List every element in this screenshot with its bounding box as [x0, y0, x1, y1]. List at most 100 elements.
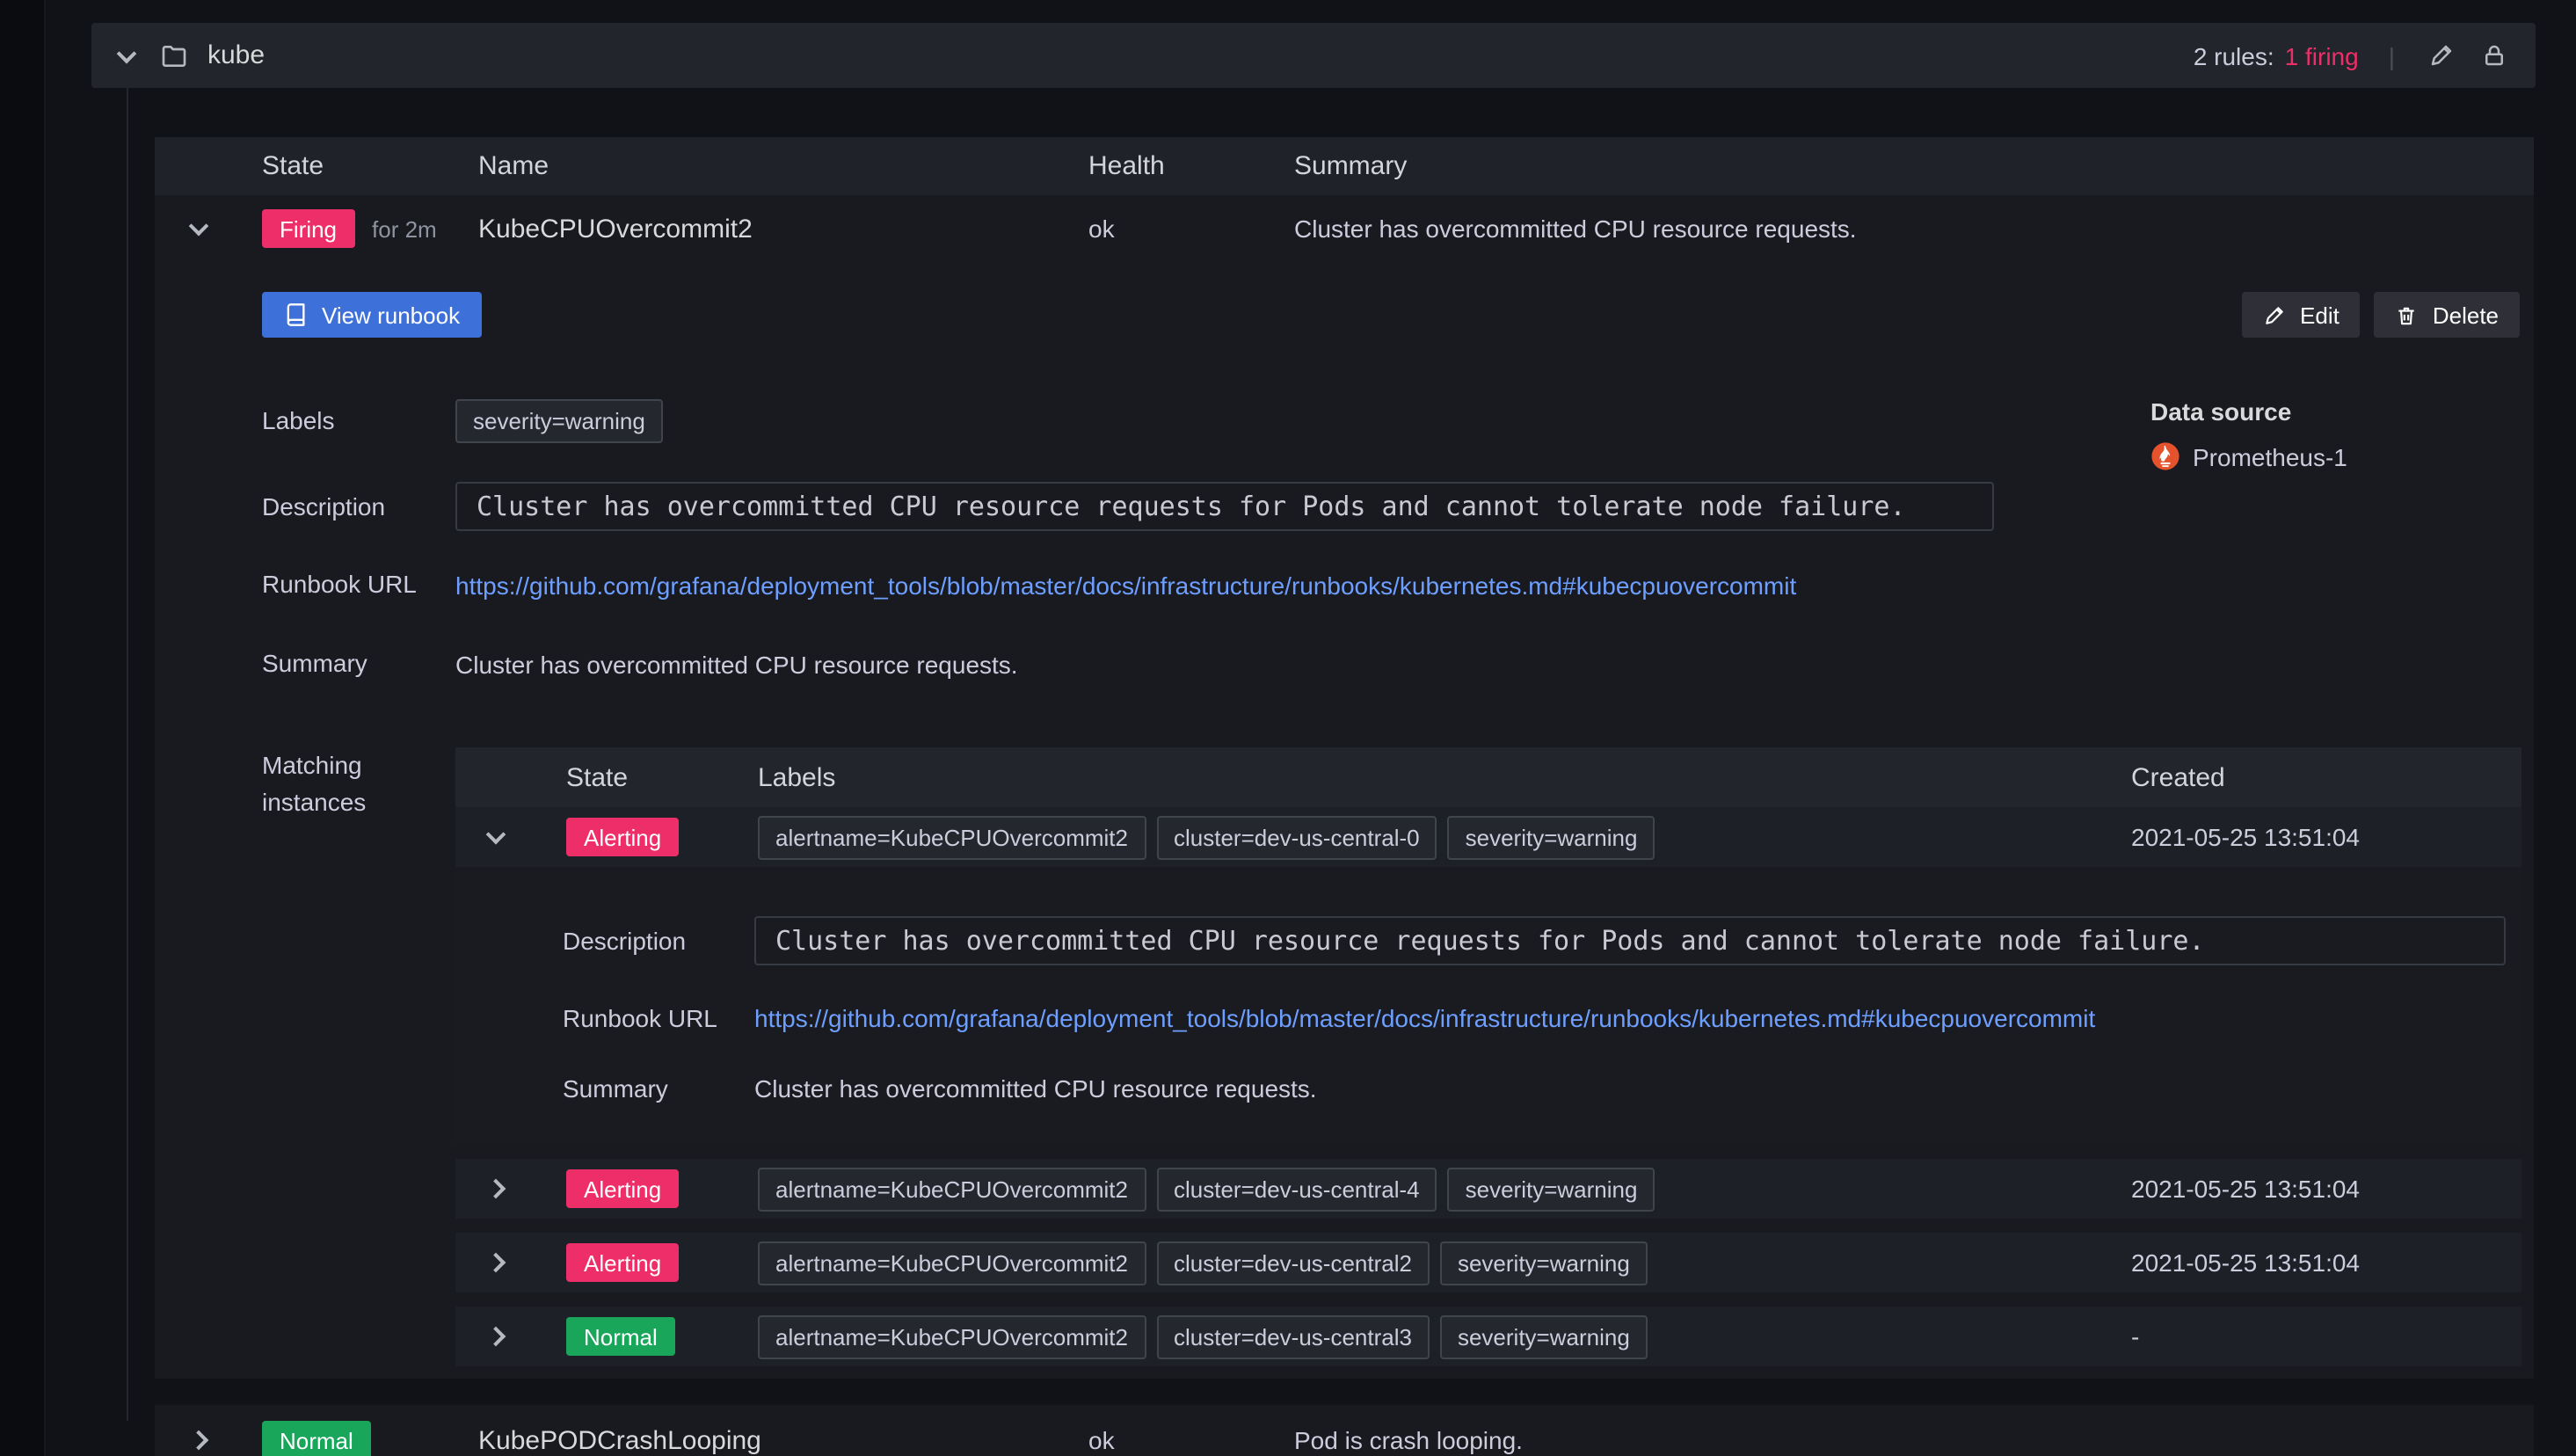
- instance-label-chip: alertname=KubeCPUOvercommit2: [758, 1167, 1146, 1211]
- summary-value: Cluster has overcommitted CPU resource r…: [455, 650, 1018, 678]
- instance-label-chip: cluster=dev-us-central3: [1156, 1314, 1430, 1358]
- instances-col-state: State: [566, 762, 629, 792]
- instances-table: State Labels Created Alerting alertname=…: [455, 747, 2521, 1366]
- instance-row: Alerting alertname=KubeCPUOvercommit2 cl…: [455, 1233, 2521, 1292]
- label-chip: severity=warning: [455, 399, 663, 443]
- rule-detail: View runbook Edit Delete Labels severity…: [155, 262, 2534, 1379]
- instance-label-chip: cluster=dev-us-central2: [1156, 1241, 1430, 1285]
- folder-icon: [160, 41, 188, 69]
- instance-state-badge: Alerting: [566, 1243, 680, 1282]
- trash-icon: [2399, 306, 2415, 324]
- pencil-icon: [2266, 306, 2283, 324]
- rules-table: State Name Health Summary Firing for 2m …: [155, 137, 2534, 1456]
- instance-created: 2021-05-25 13:51:04: [2131, 1175, 2360, 1203]
- instance-state-badge: Alerting: [566, 818, 680, 856]
- header-divider: |: [2388, 41, 2395, 69]
- rule-state-badge: Normal: [262, 1421, 371, 1456]
- instance-row: Normal alertname=KubeCPUOvercommit2 clus…: [455, 1307, 2521, 1366]
- summary-label: Summary: [262, 649, 367, 677]
- tree-indent-line: [127, 88, 128, 1421]
- summary-field-row: Summary Cluster has overcommitted CPU re…: [155, 645, 2534, 682]
- instance-detail: Description Cluster has overcommitted CP…: [455, 867, 2521, 1145]
- rule-name: KubePODCrashLooping: [478, 1425, 761, 1455]
- datasource-label: Data source: [2150, 397, 2292, 426]
- instance-label-chip: severity=warning: [1439, 1241, 1648, 1285]
- rule-row-firing: Firing for 2m KubeCPUOvercommit2 ok Clus…: [155, 195, 2534, 262]
- runbook-label: Runbook URL: [262, 570, 417, 598]
- instance-label-chip: severity=warning: [1447, 815, 1655, 859]
- runbook-link[interactable]: https://github.com/grafana/deployment_to…: [455, 571, 1796, 599]
- pencil-icon: [2431, 45, 2452, 66]
- rule-summary: Pod is crash looping.: [1294, 1426, 1523, 1454]
- rule-row-normal: Normal KubePODCrashLooping ok Pod is cra…: [155, 1405, 2534, 1456]
- rule-health: ok: [1088, 1426, 1115, 1454]
- instance-summary-row: Summary Cluster has overcommitted CPU re…: [455, 1074, 2521, 1103]
- instance-expand-chevron[interactable]: [482, 1249, 510, 1277]
- runbook-field-row: Runbook URL https://github.com/grafana/d…: [155, 566, 2534, 603]
- group-collapse-chevron-icon[interactable]: [113, 41, 141, 69]
- instance-expand-chevron[interactable]: [482, 1175, 510, 1203]
- view-runbook-label: View runbook: [322, 302, 461, 328]
- group-lock-button[interactable]: [2478, 39, 2511, 72]
- description-field-row: Description Cluster has overcommitted CP…: [155, 482, 2534, 531]
- lock-icon: [2485, 45, 2503, 66]
- view-runbook-button[interactable]: View runbook: [262, 292, 482, 338]
- rule-expand-chevron[interactable]: [184, 1426, 212, 1454]
- matching-instances-label: Matching instances: [262, 751, 367, 816]
- rule-health: ok: [1088, 215, 1115, 243]
- instance-label-chip: alertname=KubeCPUOvercommit2: [758, 815, 1146, 859]
- instance-runbook-label: Runbook URL: [563, 1004, 717, 1032]
- col-header-summary: Summary: [1294, 151, 1408, 181]
- edit-rule-label: Edit: [2300, 302, 2340, 328]
- instance-label-chip: cluster=dev-us-central-4: [1156, 1167, 1437, 1211]
- rule-group-header: kube 2 rules: 1 firing |: [91, 23, 2536, 88]
- delete-rule-button[interactable]: Delete: [2374, 292, 2520, 338]
- datasource-panel: Data source Prometheus-1: [2150, 397, 2347, 471]
- instance-runbook-link[interactable]: https://github.com/grafana/deployment_to…: [754, 1004, 2095, 1032]
- instance-collapse-chevron[interactable]: [482, 823, 510, 851]
- instance-row: Alerting alertname=KubeCPUOvercommit2 cl…: [455, 1159, 2521, 1219]
- rules-count-text: 2 rules:: [2193, 41, 2274, 69]
- instance-runbook-row: Runbook URL https://github.com/grafana/d…: [455, 1004, 2521, 1032]
- instance-created: 2021-05-25 13:51:04: [2131, 823, 2360, 851]
- instances-col-labels: Labels: [758, 762, 836, 792]
- edit-rule-button[interactable]: Edit: [2242, 292, 2361, 338]
- instance-state-badge: Alerting: [566, 1169, 680, 1208]
- datasource-name: Prometheus-1: [2193, 442, 2347, 470]
- instance-description-row: Description Cluster has overcommitted CP…: [455, 916, 2521, 965]
- instance-description-text: Cluster has overcommitted CPU resource r…: [775, 925, 2205, 957]
- instance-label-chip: severity=warning: [1439, 1314, 1648, 1358]
- group-title: kube: [207, 40, 266, 70]
- instance-state-badge: Normal: [566, 1317, 675, 1356]
- instance-description-label: Description: [563, 927, 687, 955]
- rule-name: KubeCPUOvercommit2: [478, 214, 753, 244]
- alert-rules-page: kube 2 rules: 1 firing | State Name Heal…: [0, 0, 2576, 1456]
- edit-group-button[interactable]: [2425, 39, 2458, 72]
- rules-table-header: State Name Health Summary: [155, 137, 2534, 195]
- book-icon: [287, 303, 305, 326]
- instance-label-chip: cluster=dev-us-central-0: [1156, 815, 1437, 859]
- delete-rule-label: Delete: [2432, 302, 2499, 328]
- instance-label-chip: alertname=KubeCPUOvercommit2: [758, 1314, 1146, 1358]
- rule-summary: Cluster has overcommitted CPU resource r…: [1294, 215, 1857, 243]
- col-header-name: Name: [478, 151, 549, 181]
- instance-created: -: [2131, 1322, 2140, 1350]
- instances-table-header: State Labels Created: [455, 747, 2521, 807]
- col-header-state: State: [262, 151, 324, 181]
- instance-label-chip: severity=warning: [1447, 1167, 1655, 1211]
- instance-created: 2021-05-25 13:51:04: [2131, 1249, 2360, 1277]
- description-label: Description: [262, 491, 386, 520]
- instance-expand-chevron[interactable]: [482, 1322, 510, 1350]
- rule-firing-duration: for 2m: [372, 215, 437, 242]
- col-header-health: Health: [1088, 151, 1165, 181]
- instances-col-created: Created: [2131, 762, 2225, 792]
- labels-label: Labels: [262, 406, 335, 434]
- rule-state-badge: Firing: [262, 209, 355, 248]
- instance-summary-value: Cluster has overcommitted CPU resource r…: [754, 1074, 1317, 1103]
- instance-description-box: Cluster has overcommitted CPU resource r…: [754, 916, 2506, 965]
- rule-collapse-chevron[interactable]: [184, 215, 212, 243]
- instance-row: Alerting alertname=KubeCPUOvercommit2 cl…: [455, 807, 2521, 867]
- description-text: Cluster has overcommitted CPU resource r…: [477, 491, 1906, 522]
- matching-instances-row: Matching instances State Labels Created …: [155, 747, 2534, 1366]
- side-nav-edge: [0, 0, 46, 1456]
